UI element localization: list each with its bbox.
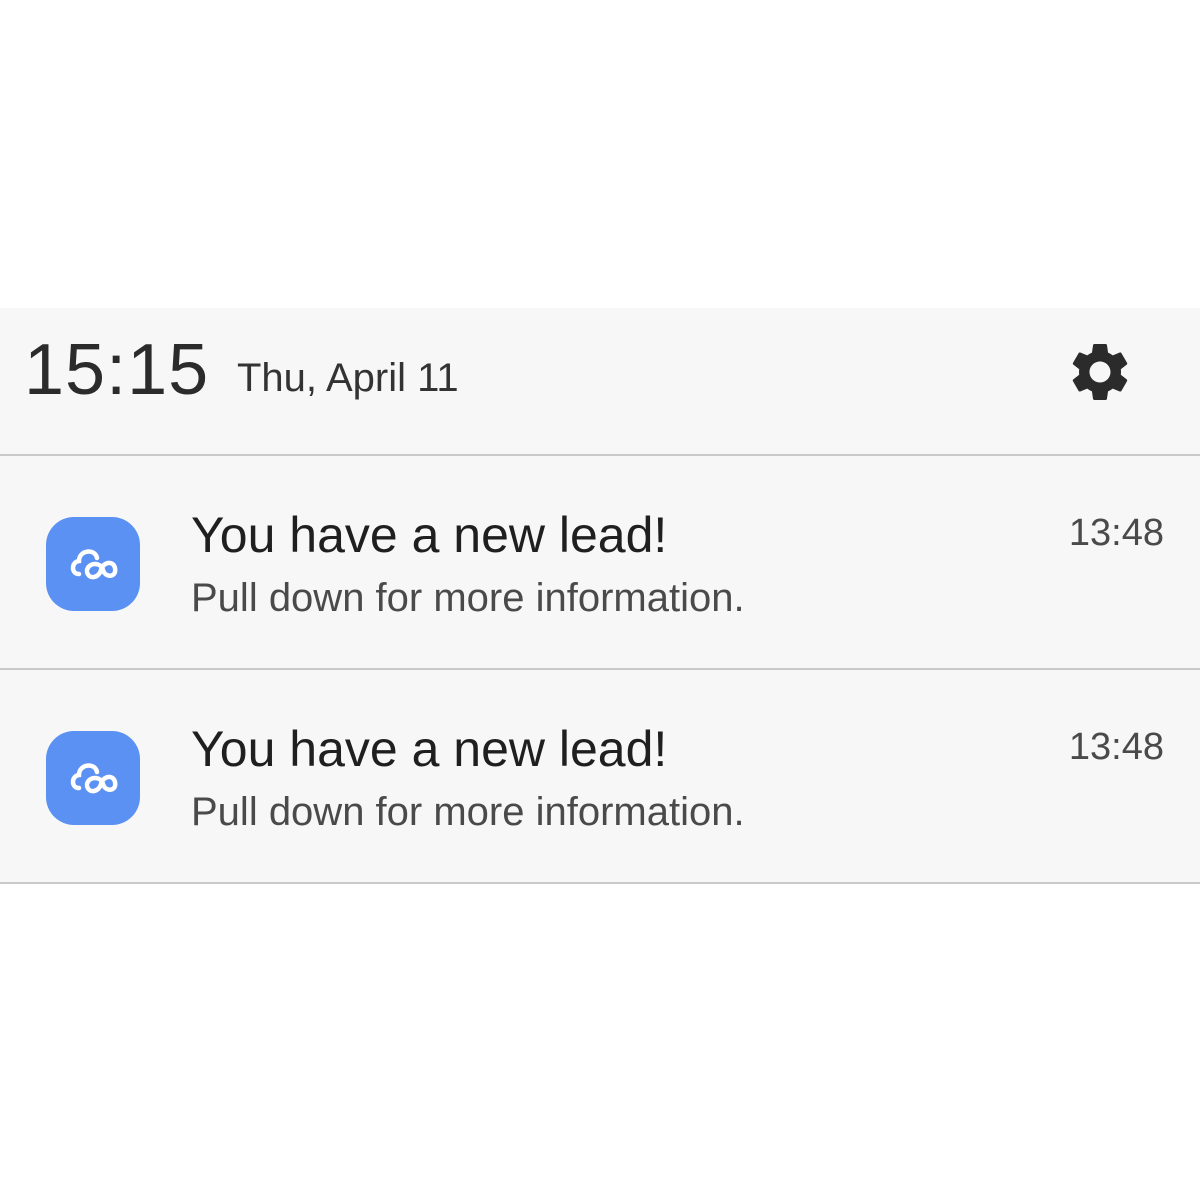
cloud-link-icon: [70, 763, 118, 794]
app-icon: [46, 517, 140, 611]
notification-body: Pull down for more information.: [191, 790, 745, 834]
gear-icon: [1072, 344, 1128, 400]
notification-time: 13:48: [1068, 726, 1164, 768]
clock: 15:15: [24, 330, 210, 410]
notification-body: Pull down for more information.: [191, 576, 745, 620]
date: Thu, April 11: [237, 356, 459, 400]
notification-item[interactable]: You have a new lead! Pull down for more …: [0, 456, 1200, 670]
notification-shade: 15:15 Thu, April 11 You have a new lead!…: [0, 308, 1200, 884]
notification-title: You have a new lead!: [191, 507, 668, 563]
settings-button[interactable]: [1062, 334, 1138, 410]
notification-time: 13:48: [1068, 512, 1164, 554]
notification-item[interactable]: You have a new lead! Pull down for more …: [0, 670, 1200, 884]
cloud-link-icon: [70, 549, 118, 580]
app-icon: [46, 731, 140, 825]
shade-header: 15:15 Thu, April 11: [0, 308, 1200, 456]
notification-title: You have a new lead!: [191, 721, 668, 777]
